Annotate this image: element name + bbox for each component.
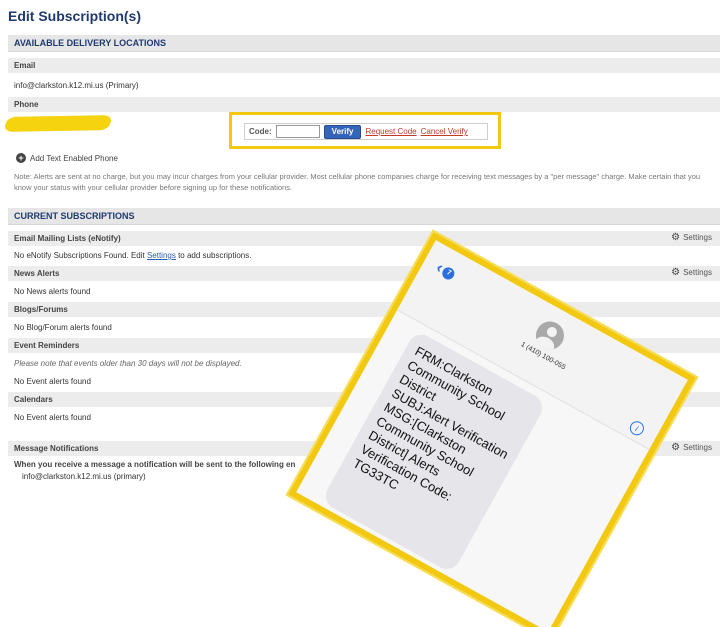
plus-circle-icon: + <box>16 153 26 163</box>
request-code-link[interactable]: Request Code <box>365 127 416 136</box>
email-lists-header: Email Mailing Lists (eNotify) ⚙ Settings <box>8 231 720 246</box>
current-subscriptions-header: CURRENT SUBSCRIPTIONS <box>8 208 720 225</box>
news-alerts-title: News Alerts <box>14 269 60 278</box>
calendars-empty: No Event alerts found <box>14 413 91 422</box>
news-alerts-empty: No News alerts found <box>14 287 91 296</box>
back-button[interactable]: ‹ 7 <box>433 259 459 284</box>
blogs-empty: No Blog/Forum alerts found <box>14 323 112 332</box>
verify-highlight-box: Code: Verify Request Code Cancel Verify <box>229 112 501 149</box>
verify-form: Code: Verify Request Code Cancel Verify <box>244 123 488 140</box>
redacted-phone-scribble <box>5 116 111 131</box>
phone-label: Phone <box>8 97 720 112</box>
phone-screenshot-overlay: ‹ 7 1 (410) 100-055 i FRM:Clarkston Comm… <box>288 232 700 627</box>
add-text-phone-label: Add Text Enabled Phone <box>30 153 118 163</box>
info-icon[interactable]: i <box>627 418 647 438</box>
message-notifications-text: When you receive a message a notificatio… <box>14 460 296 469</box>
phone-card: ‹ 7 1 (410) 100-055 i FRM:Clarkston Comm… <box>288 232 696 627</box>
verify-button[interactable]: Verify <box>323 124 362 139</box>
gear-icon: ⚙ <box>671 231 681 243</box>
event-reminders-note: Please note that events older than 30 da… <box>14 359 242 368</box>
email-lists-settings-button[interactable]: ⚙ Settings <box>671 231 712 243</box>
email-value: info@clarkston.k12.mi.us (Primary) <box>14 81 139 90</box>
email-lists-empty: No eNotify Subscriptions Found. Edit Set… <box>14 251 251 260</box>
code-input[interactable] <box>275 125 320 138</box>
delivery-locations-header: AVAILABLE DELIVERY LOCATIONS <box>8 35 720 52</box>
unread-badge: 7 <box>440 265 457 282</box>
page-title: Edit Subscription(s) <box>8 8 141 24</box>
settings-label: Settings <box>683 233 712 242</box>
message-notifications-title: Message Notifications <box>14 444 99 453</box>
email-lists-text-after: to add subscriptions. <box>175 251 252 260</box>
event-reminders-empty: No Event alerts found <box>14 377 91 386</box>
cancel-verify-link[interactable]: Cancel Verify <box>421 127 468 136</box>
email-label: Email <box>8 58 720 73</box>
email-lists-settings-link[interactable]: Settings <box>147 251 176 260</box>
code-label: Code: <box>249 127 272 136</box>
add-text-phone-button[interactable]: + Add Text Enabled Phone <box>16 153 118 163</box>
charges-note: Note: Alerts are sent at no charge, but … <box>14 172 701 192</box>
email-lists-text-before: No eNotify Subscriptions Found. Edit <box>14 251 147 260</box>
message-notifications-email: info@clarkston.k12.mi.us (primary) <box>22 472 146 481</box>
email-lists-title: Email Mailing Lists (eNotify) <box>14 234 121 243</box>
